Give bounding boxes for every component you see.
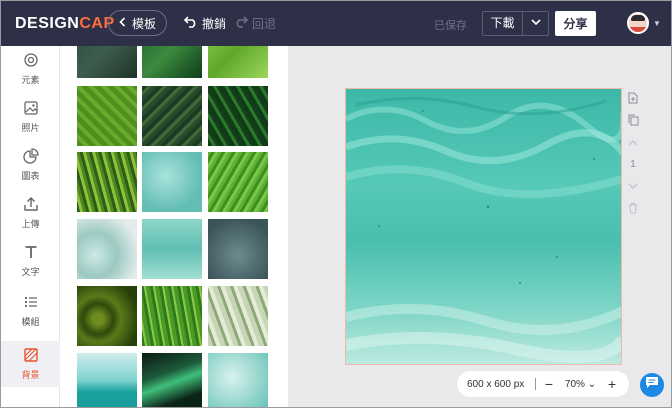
rail-item-charts[interactable]: 圖表 <box>1 142 60 188</box>
background-thumbnail[interactable] <box>77 152 137 212</box>
chevron-up-icon[interactable] <box>626 134 640 150</box>
rail-item-upload[interactable]: 上傳 <box>1 190 60 236</box>
background-icon <box>23 347 39 365</box>
left-tool-rail: 元素 照片 圖表 上傳 文字 模組 背景 <box>1 46 60 407</box>
text-icon <box>23 244 39 262</box>
background-thumbnail[interactable] <box>142 219 202 279</box>
pie-chart-icon <box>22 148 39 166</box>
rail-label: 上傳 <box>21 219 40 229</box>
zoom-in-button[interactable]: + <box>605 376 619 392</box>
background-thumbnail-panel <box>60 46 288 407</box>
zoom-bar: 600 x 600 px − 70% ⌄ + <box>457 371 629 397</box>
background-thumbnail[interactable] <box>142 286 202 346</box>
top-bar: DESIGNCAP 模板 撤銷 回退 已保存 下載 分享 ▼ <box>1 1 671 46</box>
background-thumbnail[interactable] <box>208 219 268 279</box>
caret-down-icon: ▼ <box>653 18 661 28</box>
chevron-down-icon: ⌄ <box>587 378 597 390</box>
rail-item-background[interactable]: 背景 <box>1 341 60 387</box>
avatar[interactable] <box>627 12 649 34</box>
share-button[interactable]: 分享 <box>555 11 596 36</box>
chat-bubble-icon <box>645 376 659 394</box>
copy-page-icon[interactable] <box>626 112 640 128</box>
background-thumbnail[interactable] <box>77 353 137 407</box>
zoom-out-button[interactable]: − <box>542 376 556 392</box>
chevron-down-icon[interactable] <box>626 178 640 194</box>
redo-icon <box>234 16 249 31</box>
background-thumbnail[interactable] <box>208 152 268 212</box>
app-window: DESIGNCAP 模板 撤銷 回退 已保存 下載 分享 ▼ 元素 照片 圖表 … <box>0 0 672 408</box>
rail-label: 元素 <box>21 75 40 85</box>
user-menu[interactable]: ▼ <box>627 12 661 34</box>
undo-button[interactable]: 撤銷 <box>183 15 227 32</box>
rail-item-photos[interactable]: 照片 <box>1 94 60 140</box>
rail-item-elements[interactable]: 元素 <box>1 46 60 92</box>
design-canvas[interactable] <box>345 88 622 365</box>
zoom-level-dropdown[interactable]: 70% ⌄ <box>556 379 605 390</box>
rail-label: 圖表 <box>21 171 40 181</box>
rail-label: 背景 <box>21 370 40 380</box>
back-button-label: 模板 <box>131 16 156 31</box>
underwater-background-image <box>346 89 621 364</box>
add-page-icon[interactable] <box>626 90 640 106</box>
divider <box>535 378 536 390</box>
list-icon <box>23 294 39 312</box>
rail-item-text[interactable]: 文字 <box>1 238 60 284</box>
canvas-size-label: 600 x 600 px <box>467 378 525 390</box>
save-status: 已保存 <box>434 20 467 32</box>
back-to-templates-button[interactable]: 模板 <box>108 10 167 36</box>
background-thumbnail[interactable] <box>142 46 202 78</box>
image-icon <box>23 100 39 118</box>
background-thumbnail[interactable] <box>208 46 268 78</box>
rail-item-modules[interactable]: 模組 <box>1 288 60 334</box>
background-thumbnail[interactable] <box>208 286 268 346</box>
undo-icon <box>183 16 198 31</box>
upload-icon <box>23 196 39 214</box>
background-thumbnail[interactable] <box>77 286 137 346</box>
chat-support-button[interactable] <box>640 373 664 397</box>
background-thumbnail[interactable] <box>77 86 137 146</box>
app-logo[interactable]: DESIGNCAP <box>15 15 115 33</box>
chevron-left-icon <box>119 16 126 30</box>
background-thumbnail[interactable] <box>142 353 202 407</box>
trash-icon[interactable] <box>626 200 640 216</box>
download-label: 下載 <box>483 12 523 35</box>
chevron-down-icon[interactable] <box>523 18 548 29</box>
download-button[interactable]: 下載 <box>482 11 549 36</box>
canvas-workspace: 1 600 x 600 px − 70% ⌄ + <box>288 46 671 407</box>
rail-label: 模組 <box>21 317 40 327</box>
background-thumbnail[interactable] <box>77 219 137 279</box>
redo-button[interactable]: 回退 <box>234 15 276 32</box>
rail-label: 文字 <box>21 267 40 277</box>
page-side-tools: 1 <box>621 90 645 216</box>
background-thumbnail[interactable] <box>208 353 268 407</box>
background-thumbnail[interactable] <box>208 86 268 146</box>
redo-label: 回退 <box>252 17 277 31</box>
rail-label: 照片 <box>21 123 40 133</box>
shapes-icon <box>23 52 39 70</box>
page-number: 1 <box>630 158 636 170</box>
undo-label: 撤銷 <box>202 17 227 31</box>
background-thumbnail[interactable] <box>142 86 202 146</box>
background-thumbnail[interactable] <box>142 152 202 212</box>
background-thumbnail[interactable] <box>77 46 137 78</box>
zoom-level-label: 70% <box>564 378 585 390</box>
